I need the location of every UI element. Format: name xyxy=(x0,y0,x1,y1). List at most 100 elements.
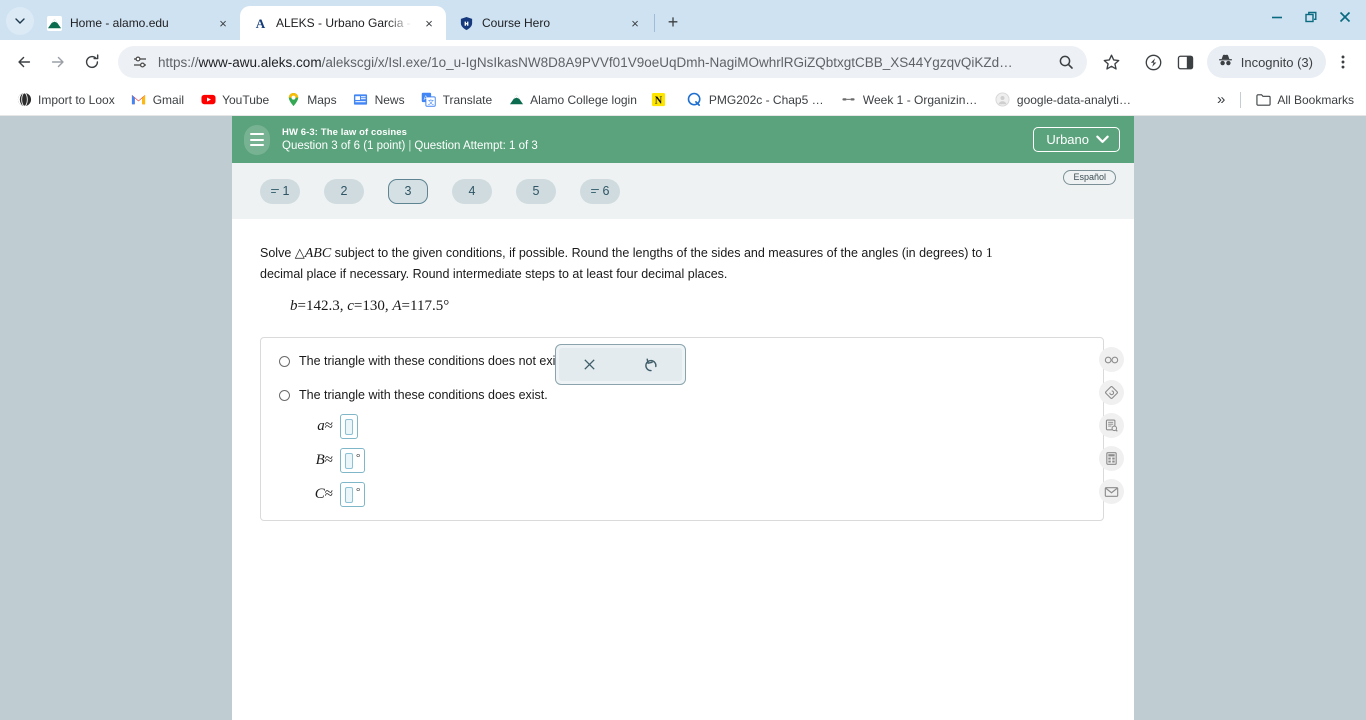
tool-rail xyxy=(1099,347,1124,504)
radio-button[interactable] xyxy=(279,355,290,367)
aleks-a-icon: A xyxy=(252,15,268,31)
option-does-exist[interactable]: The triangle with these conditions does … xyxy=(279,388,1085,402)
incognito-profile-button[interactable]: Incognito (3) xyxy=(1206,46,1326,78)
list-lines-icon xyxy=(590,188,599,194)
bookmark-star-icon[interactable] xyxy=(1097,47,1127,77)
bookmark-label: Translate xyxy=(442,92,493,107)
user-name: Urbano xyxy=(1046,132,1089,147)
input-placeholder-box xyxy=(345,418,353,435)
close-window-button[interactable] xyxy=(1328,2,1362,32)
question-body: Solve △ABC subject to the given conditio… xyxy=(232,219,1134,720)
question-pill-4[interactable]: 4 xyxy=(452,178,492,204)
course-hero-shield-icon xyxy=(458,15,474,31)
bookmark-maps[interactable]: Maps xyxy=(279,89,342,111)
bookmark-youtube[interactable]: YouTube xyxy=(194,89,275,111)
hamburger-menu-icon[interactable] xyxy=(244,124,270,155)
minimize-button[interactable] xyxy=(1260,2,1294,32)
question-pill-label: 3 xyxy=(404,184,412,198)
folder-icon xyxy=(1255,92,1271,108)
option-label: The triangle with these conditions does … xyxy=(299,388,548,403)
question-pill-2[interactable]: 2 xyxy=(324,178,364,204)
given-A-value: 117.5° xyxy=(410,298,450,315)
tab-close-button[interactable]: × xyxy=(420,14,438,32)
bookmark-label: PMG202c - Chap5 F… xyxy=(708,92,825,107)
calculator-button[interactable] xyxy=(1099,446,1124,471)
triangle-label: ABC xyxy=(304,246,332,261)
question-status: Question 3 of 6 (1 point) | Question Attem… xyxy=(282,140,538,152)
google-news-icon xyxy=(353,92,369,108)
extensions-icon[interactable] xyxy=(1139,47,1169,77)
prompt-text-3: decimal place if necessary. Round interm… xyxy=(260,266,728,281)
calculator-icon xyxy=(1106,452,1117,465)
undo-icon xyxy=(645,358,657,371)
question-pill-6[interactable]: 6 xyxy=(580,178,620,204)
question-pill-5[interactable]: 5 xyxy=(516,178,556,204)
answer-input-C[interactable]: ° xyxy=(340,482,366,508)
clear-icon xyxy=(584,359,595,370)
assignment-title: HW 6-3: The law of cosines xyxy=(282,127,408,138)
bookmark-translate[interactable]: A文 Translate xyxy=(415,89,499,111)
tab-close-button[interactable]: × xyxy=(214,14,232,32)
address-bar[interactable]: https://www-awu.aleks.com/alekscgi/x/Isl… xyxy=(118,46,1087,78)
bookmarks-bar: Import to Loox Gmail YouTube Maps News A… xyxy=(0,84,1366,116)
status-separator: | xyxy=(408,140,412,152)
back-button[interactable] xyxy=(8,46,40,78)
bookmark-alamo-college-login[interactable]: Alamo College login xyxy=(502,89,643,111)
maximize-button[interactable] xyxy=(1294,2,1328,32)
message-button[interactable] xyxy=(1099,479,1124,504)
tab-strip: Home - alamo.edu × A ALEKS - Urbano Garc… xyxy=(0,0,1366,40)
bookmark-label: Gmail xyxy=(152,92,185,107)
magnifier-icon[interactable] xyxy=(1055,47,1077,77)
given-A-label: A xyxy=(392,298,402,315)
side-panel-icon[interactable] xyxy=(1171,47,1201,77)
answer-input-a[interactable] xyxy=(340,414,358,440)
new-tab-button[interactable]: + xyxy=(659,8,687,36)
tab-close-button[interactable]: × xyxy=(626,14,644,32)
bookmark-gmail[interactable]: Gmail xyxy=(125,89,190,111)
bookmarks-overflow-button[interactable]: » xyxy=(1210,90,1232,109)
tab-aleks-hw[interactable]: A ALEKS - Urbano Garcia - HW 6-3 × xyxy=(240,6,446,40)
alamo-mountain-icon xyxy=(508,92,524,108)
tab-course-hero[interactable]: Course Hero × xyxy=(446,6,652,40)
bookmark-week1-organizing[interactable]: Week 1 - Organizing… xyxy=(835,89,985,111)
incognito-label: Incognito (3) xyxy=(1240,54,1313,70)
forward-button[interactable] xyxy=(42,46,74,78)
bookmark-notion[interactable]: N xyxy=(647,89,677,111)
question-pill-label: 4 xyxy=(468,184,476,198)
restore-icon xyxy=(1304,11,1316,22)
undo-answer-button[interactable] xyxy=(620,348,682,382)
question-pill-3[interactable]: 3 xyxy=(388,178,428,204)
bookmarks-overflow-area: » All Bookmarks xyxy=(1210,89,1360,111)
bookmark-pmg202c[interactable]: PMG202c - Chap5 F… xyxy=(681,89,831,111)
answer-mini-toolbar xyxy=(555,344,686,386)
browser-window: Home - alamo.edu × A ALEKS - Urbano Garc… xyxy=(0,0,1366,720)
three-dot-menu-icon[interactable] xyxy=(1328,47,1358,77)
tab-home-alamo[interactable]: Home - alamo.edu × xyxy=(34,6,240,40)
infinity-tool-button[interactable] xyxy=(1099,347,1124,372)
bookmark-google-data-analytics[interactable]: google-data-analyti… xyxy=(989,89,1137,111)
arrow-left-icon xyxy=(18,56,31,68)
site-settings-icon[interactable] xyxy=(130,47,150,77)
question-pill-1[interactable]: 1 xyxy=(260,178,300,204)
tab-search-button[interactable] xyxy=(6,7,34,35)
all-bookmarks-label: All Bookmarks xyxy=(1277,92,1354,107)
given-b-label: b xyxy=(290,298,298,315)
user-menu-button[interactable]: Urbano xyxy=(1033,127,1120,152)
clear-answer-button[interactable] xyxy=(559,348,621,382)
language-toggle-button[interactable]: Español xyxy=(1063,170,1116,185)
youtube-icon xyxy=(200,92,216,108)
aleks-header: HW 6-3: The law of cosines Question 3 of… xyxy=(232,116,1134,163)
radio-button[interactable] xyxy=(279,389,290,401)
answer-input-B[interactable]: ° xyxy=(340,448,366,474)
all-bookmarks-button[interactable]: All Bookmarks xyxy=(1249,89,1360,111)
given-conditions: b=142.3, c=130, A=117.5° xyxy=(290,298,450,315)
incognito-hat-icon xyxy=(1217,52,1234,72)
attempt-counter: Question Attempt: 1 of 3 xyxy=(414,140,538,152)
reload-button[interactable] xyxy=(76,46,108,78)
bookmark-news[interactable]: News xyxy=(347,89,411,111)
diamond-tool-button[interactable] xyxy=(1099,380,1124,405)
bookmarks-divider xyxy=(1240,91,1242,108)
reference-sheet-button[interactable] xyxy=(1099,413,1124,438)
prompt-text-2: subject to the given conditions, if poss… xyxy=(331,246,986,260)
bookmark-import-to-loox[interactable]: Import to Loox xyxy=(10,89,121,111)
